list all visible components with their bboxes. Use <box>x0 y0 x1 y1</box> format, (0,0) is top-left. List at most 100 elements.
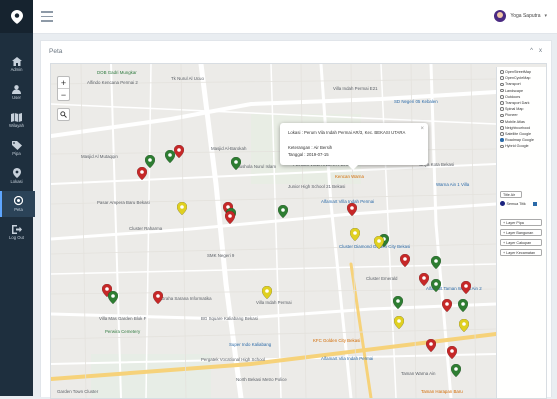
base-layer-option[interactable]: Transport <box>500 82 521 86</box>
semua-titik-toggle[interactable]: Semua Titik <box>500 201 538 206</box>
base-layer-option[interactable]: Roadmap Google <box>500 138 534 142</box>
map-marker-pin[interactable] <box>374 236 384 249</box>
caret-down-icon: ▾ <box>544 13 547 19</box>
map-marker-pin[interactable] <box>431 256 441 269</box>
map-marker-pin[interactable] <box>447 346 457 359</box>
radio-button[interactable] <box>500 88 504 93</box>
zoom-in-button[interactable]: + <box>58 77 69 88</box>
map-canvas[interactable]: DOB Gadri Mungkar Alfindo Kencana Permai… <box>50 63 547 399</box>
base-layer-option[interactable]: OpenStreetMap <box>500 70 531 74</box>
map-label: North Bekasi Metro Police <box>236 377 287 382</box>
layer-pipa-button[interactable]: + Layer Pipa <box>500 219 542 226</box>
layer-bangunan-button[interactable]: + Layer Bangunan <box>500 229 542 236</box>
radio-button[interactable] <box>500 132 504 136</box>
collapse-icon[interactable]: ^ <box>530 48 533 54</box>
map-label: Pergatek Vocational High School <box>201 357 265 362</box>
map-marker-pin[interactable] <box>262 286 272 299</box>
radio-button[interactable] <box>500 119 504 124</box>
map-label: Masjid Al-Barokah <box>211 146 247 151</box>
map-label: Villa Indah Permai <box>256 300 292 305</box>
map-marker-icon <box>14 196 23 206</box>
base-layer-label: Transport Dark <box>505 101 530 105</box>
sidebar-item-label: User <box>12 94 21 100</box>
map-label: Junior High School 21 Bekasi <box>288 184 346 189</box>
base-layer-option[interactable]: Landscape <box>500 89 523 93</box>
radio-button[interactable] <box>500 144 504 149</box>
map-roads <box>51 64 546 398</box>
sidebar-item-wilayah[interactable]: Wilayah <box>0 107 33 133</box>
layer-button-label: + Layer Bangunan <box>503 230 534 235</box>
checkbox-checked[interactable] <box>533 201 538 206</box>
map-label: Tk Nurul Al Ucuo <box>171 76 204 81</box>
map-marker-pin[interactable] <box>153 291 163 304</box>
map-marker-pin[interactable] <box>137 167 147 180</box>
sidebar-item-admin[interactable]: Admin <box>0 51 33 77</box>
sidebar-item-label: Log Out <box>9 234 24 240</box>
popup-close-icon[interactable]: × <box>420 126 424 132</box>
map-marker-pin[interactable] <box>231 157 241 170</box>
map-marker-pin[interactable] <box>458 299 468 312</box>
title-air-button[interactable]: Title Air <box>500 191 522 198</box>
radio-button[interactable] <box>500 95 504 99</box>
radio-button[interactable] <box>500 107 504 111</box>
map-marker-pin[interactable] <box>350 228 360 241</box>
base-layer-option[interactable]: Transport Dark <box>500 101 529 105</box>
radio-button[interactable] <box>500 70 504 74</box>
sidebar-item-user[interactable]: User <box>0 79 33 105</box>
map-marker-pin[interactable] <box>393 296 403 309</box>
layer-kecamatan-button[interactable]: + Layer Kecamatan <box>500 249 542 256</box>
map-label: Masjid Al Mutaqqin <box>81 154 118 159</box>
map-marker-pin[interactable] <box>431 279 441 292</box>
radio-button[interactable] <box>500 82 504 87</box>
map-marker-pin[interactable] <box>461 281 471 294</box>
base-layer-label: Satellite Google <box>505 132 532 136</box>
map-marker-pin[interactable] <box>145 155 155 168</box>
map-search-button[interactable] <box>57 108 70 121</box>
map-marker-pin[interactable] <box>442 299 452 312</box>
zoom-control: + − <box>57 76 70 101</box>
map-marker-pin[interactable] <box>451 364 461 377</box>
sidebar-item-peta[interactable]: Peta <box>0 191 35 217</box>
base-layer-option[interactable]: Spinal Map <box>500 107 523 111</box>
map-marker-pin[interactable] <box>426 339 436 352</box>
map-marker-pin[interactable] <box>419 273 429 286</box>
radio-button[interactable] <box>500 113 504 118</box>
page-title: Peta <box>49 48 63 55</box>
map-marker-pin[interactable] <box>394 316 404 329</box>
sidebar-item-logout[interactable]: Log Out <box>0 219 33 245</box>
base-layer-label: Neighbourhood <box>505 125 531 130</box>
map-marker-pin[interactable] <box>225 211 235 224</box>
radio-button[interactable] <box>500 101 504 105</box>
layer-cakupan-button[interactable]: + Layer Cakupan <box>500 239 542 246</box>
close-icon[interactable]: x <box>539 48 542 54</box>
hamburger-menu-icon[interactable] <box>41 11 53 22</box>
sidebar-item-lokasi[interactable]: Lokasi <box>0 163 33 189</box>
map-label: Alfindo Kencana Permai 2 <box>87 80 138 85</box>
map-marker-pin[interactable] <box>400 254 410 267</box>
base-layer-option[interactable]: Pioneer <box>500 113 518 117</box>
radio-button[interactable] <box>500 76 504 80</box>
map-marker-pin[interactable] <box>347 203 357 216</box>
map-marker-pin[interactable] <box>459 319 469 332</box>
map-marker-pin[interactable] <box>177 202 187 215</box>
user-menu[interactable]: Yoga Saputra ▾ <box>494 10 547 22</box>
zoom-out-button[interactable]: − <box>58 88 69 100</box>
radio-button[interactable] <box>500 126 504 130</box>
base-layer-option[interactable]: Outdoors <box>500 95 520 99</box>
base-layer-option[interactable]: Satellite Google <box>500 132 531 136</box>
map-marker-pin[interactable] <box>108 291 118 304</box>
location-logo-icon <box>10 9 23 24</box>
base-layer-option[interactable]: Mobile Atlas <box>500 120 525 124</box>
map-marker-pin[interactable] <box>174 145 184 158</box>
sidebar-item-pipa[interactable]: Pipa <box>0 135 33 161</box>
app-logo[interactable] <box>0 0 33 33</box>
map-label: Perwira Cemetery <box>105 329 141 334</box>
user-icon <box>12 84 21 94</box>
base-layer-label: Hybrid Google <box>505 144 529 149</box>
base-layer-option[interactable]: OpenCycleMap <box>500 76 530 80</box>
map-marker-pin[interactable] <box>278 205 288 218</box>
radio-button[interactable] <box>500 138 504 142</box>
base-layer-option[interactable]: Neighbourhood <box>500 126 530 130</box>
base-layer-option[interactable]: Hybrid Google <box>500 144 529 148</box>
avatar <box>494 10 507 22</box>
